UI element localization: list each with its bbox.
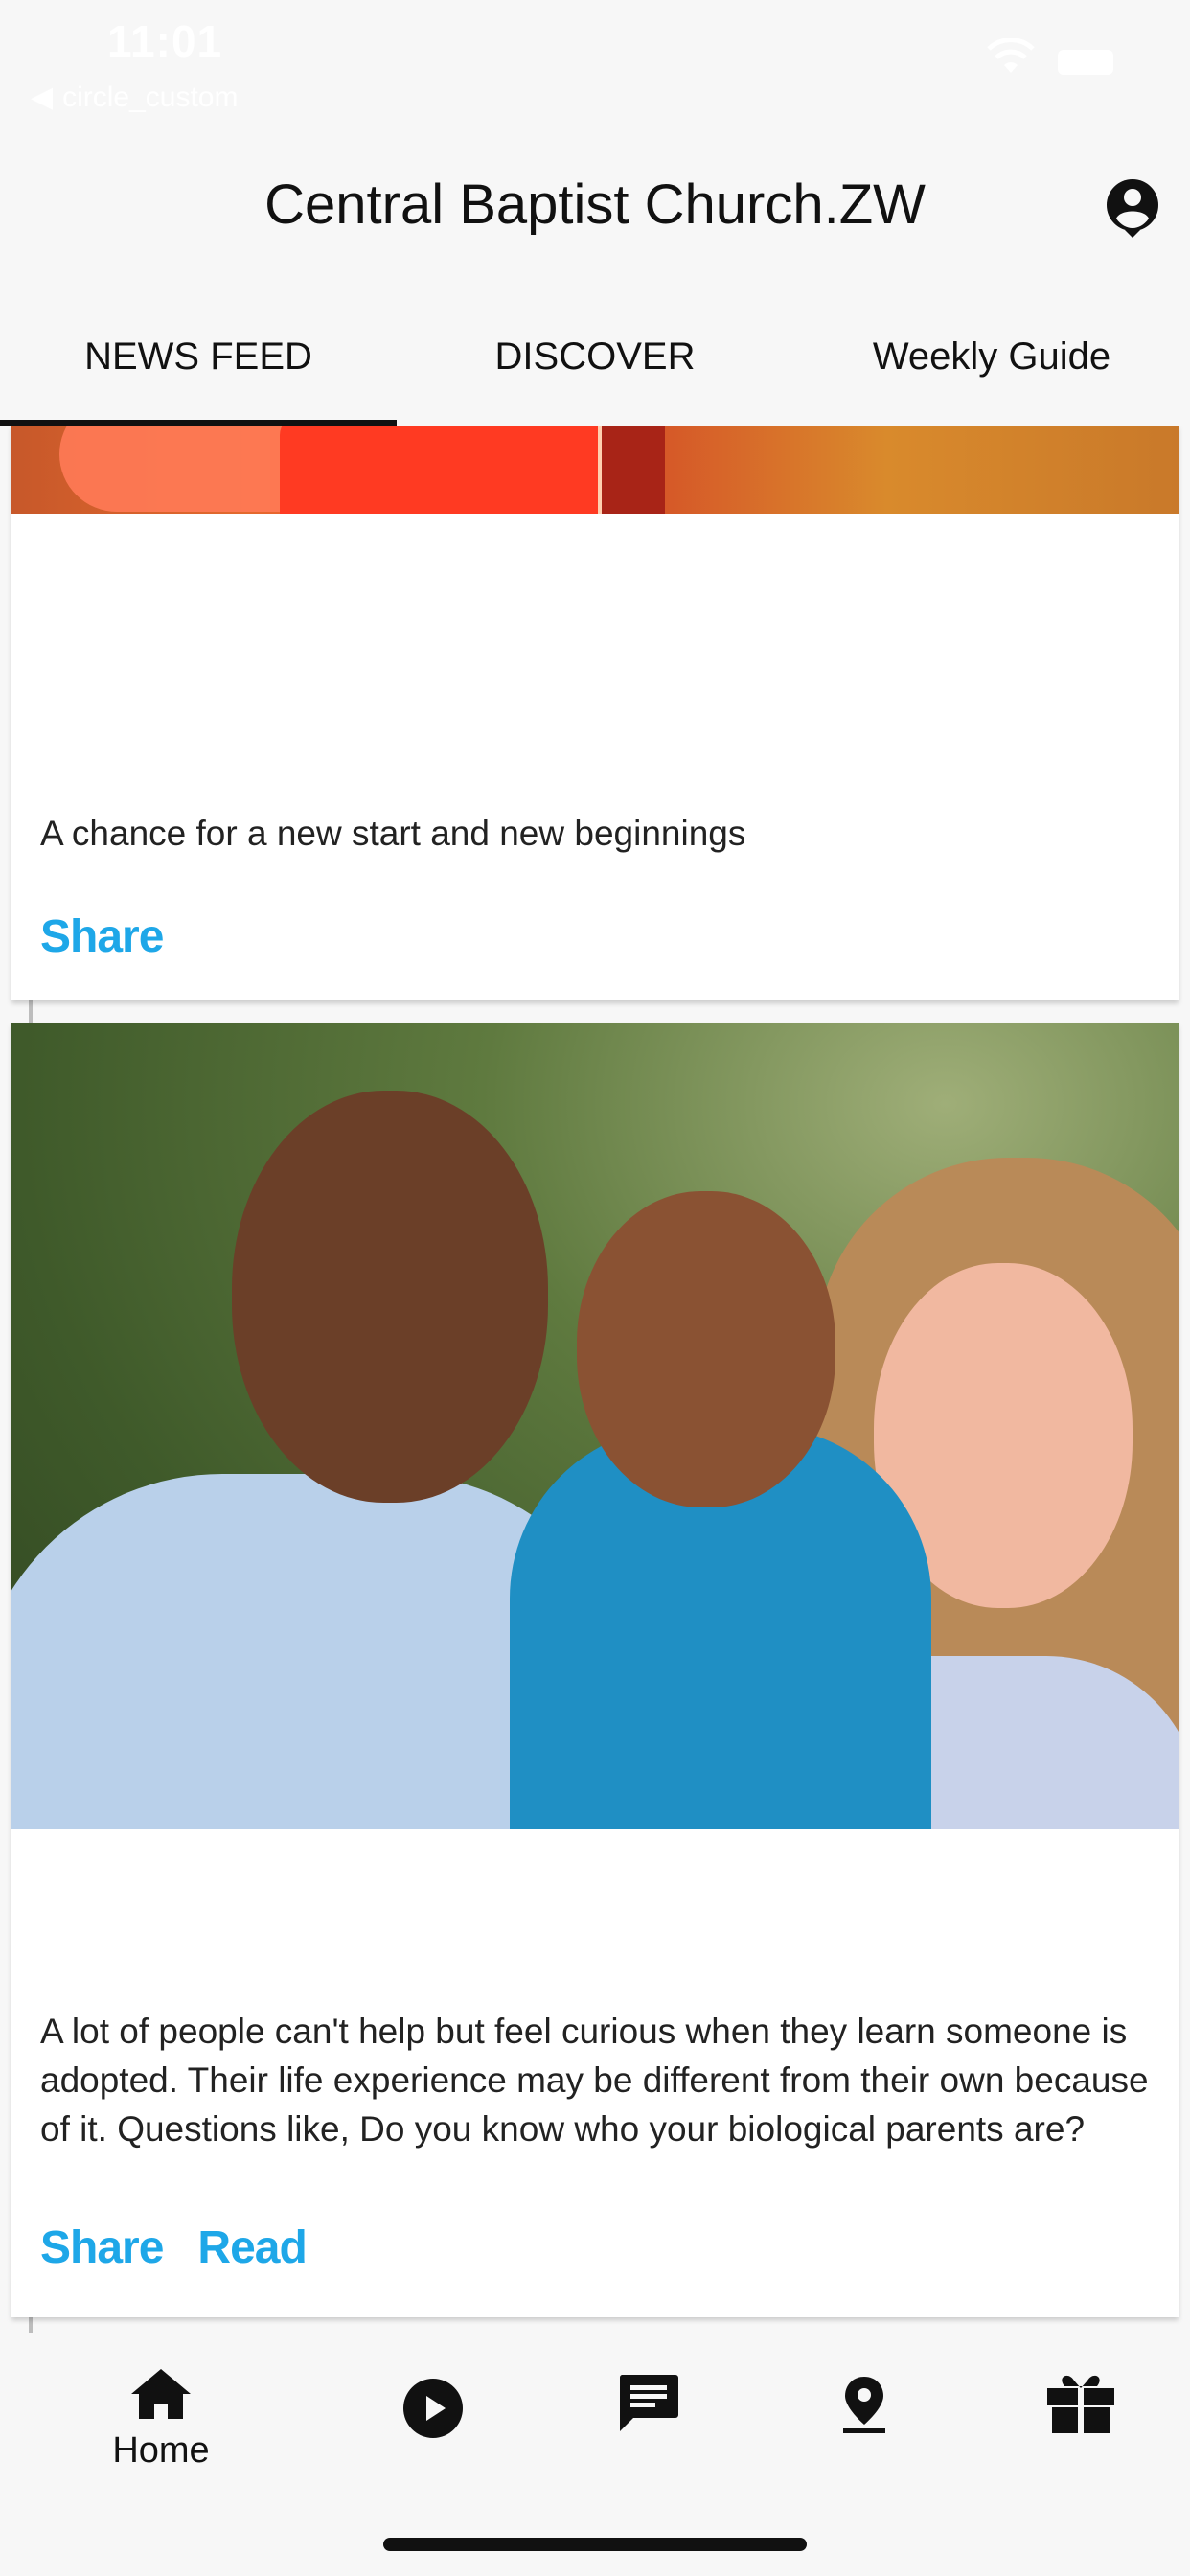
share-button[interactable]: Share xyxy=(40,910,164,963)
feed-card: A lot of people can't help but feel curi… xyxy=(11,1024,1179,2317)
news-feed[interactable]: A chance for a new start and new beginni… xyxy=(0,426,1190,2333)
card-text: A lot of people can't help but feel curi… xyxy=(40,2012,1149,2149)
home-indicator xyxy=(383,2538,807,2551)
home-icon xyxy=(131,2369,191,2419)
app-header: Central Baptist Church.ZW xyxy=(0,125,1190,288)
location-pin-icon xyxy=(843,2377,885,2433)
nav-media[interactable] xyxy=(376,2333,491,2524)
wifi-icon xyxy=(987,38,1035,73)
nav-location[interactable] xyxy=(807,2333,922,2524)
nav-home-label: Home xyxy=(112,2430,210,2471)
share-button[interactable]: Share xyxy=(40,2221,164,2274)
bottom-navigation: Home xyxy=(0,2333,1190,2576)
message-icon xyxy=(619,2375,678,2431)
card-image[interactable] xyxy=(11,426,1179,514)
tab-discover[interactable]: DISCOVER xyxy=(397,288,793,426)
battery-icon xyxy=(1058,50,1113,75)
card-image[interactable] xyxy=(11,1024,1179,1828)
nav-messages[interactable] xyxy=(591,2333,706,2524)
feed-card: A chance for a new start and new beginni… xyxy=(11,426,1179,1000)
back-to-app-link[interactable]: ◀ circle_custom xyxy=(31,80,238,114)
card-actions: Share xyxy=(40,910,164,963)
gift-icon xyxy=(1047,2375,1114,2433)
back-app-label: circle_custom xyxy=(62,81,239,113)
nav-home[interactable]: Home xyxy=(103,2333,218,2524)
app-title: Central Baptist Church.ZW xyxy=(264,173,926,236)
back-arrow-icon: ◀ xyxy=(31,81,54,113)
tab-bar: NEWS FEED DISCOVER Weekly Guide xyxy=(0,288,1190,426)
status-time: 11:01 xyxy=(107,16,223,66)
nav-give[interactable] xyxy=(1023,2333,1138,2524)
play-circle-icon xyxy=(403,2379,463,2438)
status-bar: 11:01 ◀ circle_custom xyxy=(0,0,1190,125)
read-button[interactable]: Read xyxy=(197,2221,307,2274)
tab-weekly-guide[interactable]: Weekly Guide xyxy=(793,288,1190,426)
card-actions: Share Read xyxy=(40,2221,308,2274)
card-text: A chance for a new start and new beginni… xyxy=(40,814,746,853)
account-circle-icon[interactable] xyxy=(1104,174,1161,238)
tab-news-feed[interactable]: NEWS FEED xyxy=(0,288,397,426)
